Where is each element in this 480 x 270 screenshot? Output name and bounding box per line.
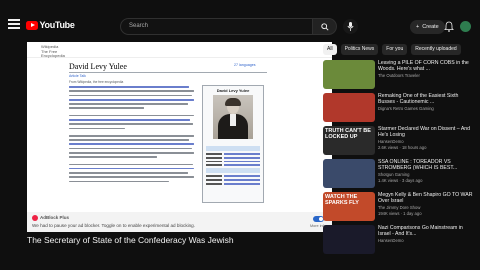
hamburger-menu-icon[interactable] (8, 19, 20, 29)
recommendation-item[interactable]: TRUTH CAN'T BE LOCKED UP Starmer Declared… (323, 126, 478, 156)
recommendation-title[interactable]: Remaking One of the Easiest Sixth Busses… (378, 93, 476, 105)
wiki-title-rule (69, 72, 267, 73)
filter-chips: All Politics News For you Recently uploaded (323, 44, 461, 55)
create-button[interactable]: + Create (410, 20, 445, 34)
wiki-header: Wikipedia The Free Encyclopedia (27, 42, 332, 58)
recommendation-item[interactable]: WATCH THE SPARKS FLY Megyn Kelly & Ben Sh… (323, 192, 478, 222)
adblock-brand: AdBlock Plus (40, 215, 70, 220)
wiki-infobox: David Levy Yulee (202, 85, 264, 203)
account-avatar[interactable] (460, 21, 471, 32)
video-thumbnail[interactable] (323, 225, 375, 254)
portrait-image (213, 95, 253, 139)
voice-search-button[interactable] (343, 19, 358, 34)
video-thumbnail[interactable] (323, 60, 375, 89)
wiki-article-title: David Levy Yulee (69, 62, 127, 71)
filter-chip[interactable]: For you (382, 44, 408, 55)
youtube-play-icon (26, 20, 38, 30)
video-meta: 194K views · 1 day ago (378, 210, 422, 216)
wiki-from-line: From Wikipedia, the free encyclopedia (69, 80, 124, 84)
infobox-band (206, 146, 260, 151)
create-label: Create (422, 24, 439, 30)
recommendation-title[interactable]: SSA ONLINE : TOREADOR VS STROMBERG (WHIC… (378, 159, 476, 171)
infobox-title: David Levy Yulee (216, 88, 250, 93)
video-thumbnail[interactable]: TRUTH CAN'T BE LOCKED UP (323, 126, 375, 155)
microphone-icon (347, 22, 354, 31)
video-thumbnail[interactable]: WATCH THE SPARKS FLY (323, 192, 375, 221)
recommendation-item[interactable]: SSA ONLINE : TOREADOR VS STROMBERG (WHIC… (323, 159, 478, 189)
recommendation-title[interactable]: Nazi Comparisons Go Mainstream in Israel… (378, 225, 476, 237)
recommendation-item[interactable]: Remaking One of the Easiest Sixth Busses… (323, 93, 478, 123)
search-input[interactable]: Search (120, 18, 313, 35)
adblock-banner: AdBlock Plus We had to pause your ad blo… (27, 212, 332, 232)
channel-name[interactable]: The Jimmy Dore Show (378, 205, 420, 210)
adblock-message: We had to pause your ad blocker. Toggle … (32, 223, 196, 228)
recommendation-item[interactable]: Leaving a PILE OF CORN COBS in the Woods… (323, 60, 478, 90)
filter-chip[interactable]: Politics News (340, 44, 379, 55)
wiki-tabs: Article Talk (69, 74, 86, 78)
video-thumbnail[interactable] (323, 159, 375, 188)
recommendation-title[interactable]: Leaving a PILE OF CORN COBS in the Woods… (378, 60, 476, 72)
video-thumbnail[interactable] (323, 93, 375, 122)
infobox-caption (203, 140, 263, 144)
filter-chip[interactable]: All (323, 44, 337, 55)
search-button[interactable] (313, 18, 337, 35)
recommendation-item[interactable]: Nazi Comparisons Go Mainstream in Israel… (323, 225, 478, 255)
channel-name[interactable]: Digna's Retro Games Gaming (378, 106, 434, 111)
recommendation-title[interactable]: Megyn Kelly & Ben Shapiro GO TO WAR Over… (378, 192, 476, 204)
video-title: The Secretary of State of the Confederac… (27, 235, 234, 245)
wiki-body-text (69, 86, 194, 185)
notifications-bell-icon[interactable] (444, 21, 454, 32)
adblock-logo-icon (32, 215, 38, 221)
channel-name[interactable]: HansenDemo (378, 238, 404, 243)
channel-name[interactable]: The Outdoors Traveler (378, 73, 420, 78)
search-icon (321, 23, 329, 31)
video-meta: 1.4K views · 3 days ago (378, 177, 423, 183)
video-meta: 2.6K views · 18 hours ago (378, 144, 427, 150)
infobox-band (206, 168, 260, 174)
wikipedia-logo: Wikipedia The Free Encyclopedia (41, 44, 65, 58)
filter-chip[interactable]: Recently uploaded (411, 44, 461, 55)
plus-icon: + (416, 24, 420, 30)
wikipedia-screenshot: Wikipedia The Free Encyclopedia David Le… (27, 42, 332, 212)
thumbnail-text: TRUTH CAN'T BE LOCKED UP (325, 128, 371, 140)
channel-name[interactable]: Shotgun Gaming (378, 172, 409, 177)
channel-name[interactable]: HansenDemo (378, 139, 404, 144)
logo-text: YouTube (39, 20, 75, 30)
video-player[interactable]: Wikipedia The Free Encyclopedia David Le… (27, 42, 332, 232)
recommendation-title[interactable]: Starmer Declared War on Dissent – And He… (378, 126, 476, 138)
wiki-languages: 27 languages (234, 63, 256, 67)
thumbnail-text: WATCH THE SPARKS FLY (325, 194, 359, 206)
youtube-logo[interactable]: YouTube (26, 20, 75, 30)
